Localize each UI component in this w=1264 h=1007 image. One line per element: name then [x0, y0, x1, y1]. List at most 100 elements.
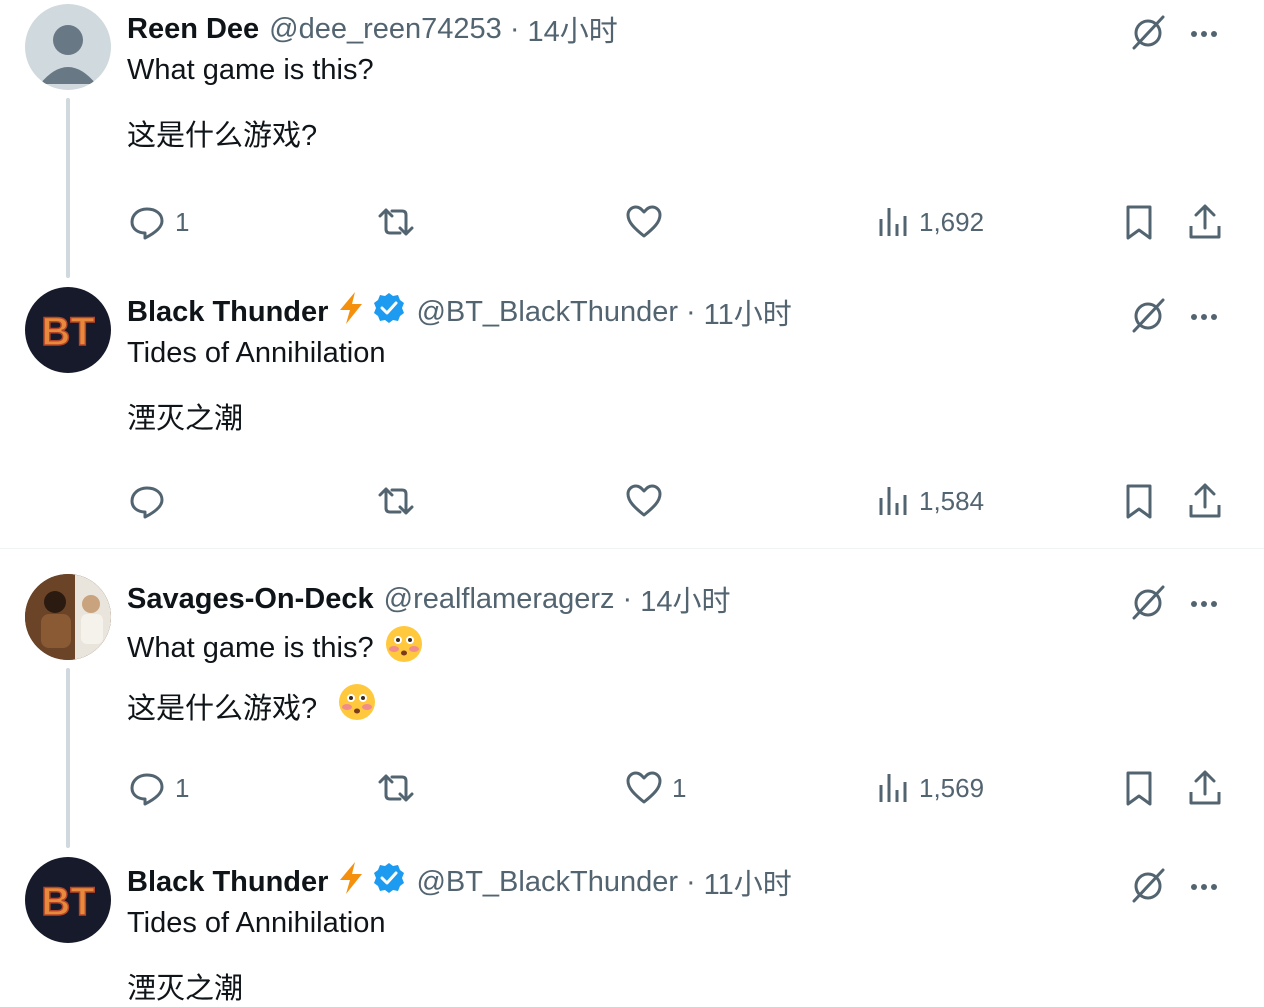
reply-button[interactable]: 1 — [127, 196, 189, 248]
views-button[interactable]: 1,569 — [877, 762, 984, 814]
grok-icon[interactable] — [1128, 12, 1168, 52]
reply-icon — [130, 486, 164, 519]
avatar[interactable] — [25, 574, 111, 660]
reply-button[interactable] — [127, 475, 167, 527]
share-button[interactable] — [1187, 475, 1223, 527]
display-name[interactable]: Black Thunder — [127, 866, 328, 899]
separator-dot: · — [622, 582, 633, 615]
tweet[interactable]: Savages-On-Deck @realflameragerz · 14小时 … — [0, 574, 1264, 844]
views-button[interactable]: 1,692 — [877, 196, 984, 248]
like-button[interactable] — [624, 196, 664, 248]
tweet-header: Black Thunder @BT_BlackThunder · 11小时 — [127, 291, 792, 333]
grok-icon[interactable] — [1128, 865, 1168, 905]
conversation-divider — [0, 548, 1264, 549]
flushed-face-emoji-icon — [384, 624, 424, 672]
timestamp[interactable]: 14小时 — [527, 8, 617, 50]
share-button[interactable] — [1187, 762, 1223, 814]
retweet-button[interactable] — [374, 475, 418, 527]
timestamp[interactable]: 14小时 — [640, 578, 730, 620]
more-options-icon[interactable] — [1184, 295, 1224, 335]
action-bar: 1,584 — [127, 475, 1227, 527]
verified-badge-icon[interactable] — [372, 291, 406, 333]
retweet-icon — [378, 487, 414, 515]
views-count: 1,692 — [919, 206, 985, 237]
bookmark-button[interactable] — [1122, 475, 1156, 527]
avatar[interactable] — [25, 4, 111, 90]
verified-badge-icon[interactable] — [372, 861, 406, 903]
tweet[interactable]: BT Black Thunder @BT_BlackThunder · 11小时… — [0, 857, 1264, 1005]
reply-icon — [130, 773, 164, 806]
heart-icon — [626, 484, 662, 517]
avatar[interactable]: BT — [25, 857, 111, 943]
bt-logo-icon: BT — [41, 879, 96, 925]
timestamp[interactable]: 11小时 — [704, 291, 792, 333]
avatar[interactable]: BT — [25, 287, 111, 373]
heart-icon — [626, 205, 662, 238]
separator-dot: · — [509, 12, 520, 45]
user-handle[interactable]: @realflameragerz — [384, 583, 615, 616]
display-name[interactable]: Savages-On-Deck — [127, 583, 374, 616]
views-icon — [879, 208, 907, 236]
tweet-header: Black Thunder @BT_BlackThunder · 11小时 — [127, 861, 792, 903]
tweet-text-line: 这是什么游戏? — [127, 682, 377, 730]
action-bar: 1 1,692 — [127, 196, 1227, 248]
more-options-icon[interactable] — [1184, 582, 1224, 622]
tweet-text-line: 湮灭之潮 — [127, 403, 244, 435]
tweet[interactable]: Reen Dee @dee_reen74253 · 14小时 What game… — [0, 4, 1264, 274]
user-handle[interactable]: @BT_BlackThunder — [416, 296, 678, 329]
reply-count: 1 — [175, 206, 190, 237]
photo-avatar-icon — [25, 574, 111, 660]
tweet-text-line: Tides of Annihilation — [127, 907, 386, 939]
views-icon — [879, 774, 907, 802]
separator-dot: · — [686, 295, 696, 328]
tweet-text-line: 这是什么游戏? — [127, 120, 318, 152]
display-name[interactable]: Black Thunder — [127, 296, 328, 329]
bookmark-icon — [1126, 484, 1152, 519]
tweet-text-line: What game is this? — [127, 54, 374, 86]
grok-icon[interactable] — [1128, 582, 1168, 622]
tweet-text: 这是什么游戏? — [127, 693, 318, 725]
share-icon — [1189, 770, 1221, 805]
tweet-text-line: Tides of Annihilation — [127, 337, 386, 369]
timestamp[interactable]: 11小时 — [704, 861, 792, 903]
like-button[interactable]: 1 — [624, 762, 686, 814]
separator-dot: · — [686, 865, 696, 898]
more-options-icon[interactable] — [1184, 865, 1224, 905]
like-count: 1 — [672, 772, 687, 803]
reply-icon — [130, 207, 164, 240]
like-button[interactable] — [624, 475, 664, 527]
tweet-header: Reen Dee @dee_reen74253 · 14小时 — [127, 8, 618, 50]
more-options-icon[interactable] — [1184, 12, 1224, 52]
user-handle[interactable]: @BT_BlackThunder — [416, 866, 678, 899]
action-bar: 1 1 1,569 — [127, 762, 1227, 814]
reply-count: 1 — [175, 772, 190, 803]
bt-logo-icon: BT — [41, 309, 96, 355]
tweet-text-line: 湮灭之潮 — [127, 973, 244, 1005]
retweet-button[interactable] — [374, 762, 418, 814]
user-handle[interactable]: @dee_reen74253 — [269, 13, 502, 46]
share-icon — [1189, 204, 1221, 239]
lightning-bolt-icon — [336, 291, 366, 333]
tweet[interactable]: BT Black Thunder @BT_BlackThunder · 11小时… — [0, 287, 1264, 537]
display-name[interactable]: Reen Dee — [127, 13, 259, 46]
retweet-button[interactable] — [374, 196, 418, 248]
bookmark-icon — [1126, 205, 1152, 240]
default-avatar-icon — [40, 25, 96, 84]
reply-button[interactable]: 1 — [127, 762, 189, 814]
grok-icon[interactable] — [1128, 295, 1168, 335]
tweet-text: What game is this? — [127, 631, 374, 664]
share-button[interactable] — [1187, 196, 1223, 248]
svg-text:BT: BT — [41, 310, 94, 354]
retweet-icon — [378, 208, 414, 236]
bookmark-button[interactable] — [1122, 762, 1156, 814]
heart-icon — [626, 771, 662, 804]
svg-text:BT: BT — [41, 880, 94, 924]
bookmark-icon — [1126, 771, 1152, 806]
bookmark-button[interactable] — [1122, 196, 1156, 248]
views-button[interactable]: 1,584 — [877, 475, 984, 527]
share-icon — [1189, 483, 1221, 518]
flushed-face-emoji-icon — [337, 682, 377, 730]
views-icon — [879, 487, 907, 515]
tweet-text-line: What game is this? — [127, 624, 424, 672]
tweet-header: Savages-On-Deck @realflameragerz · 14小时 — [127, 578, 730, 620]
